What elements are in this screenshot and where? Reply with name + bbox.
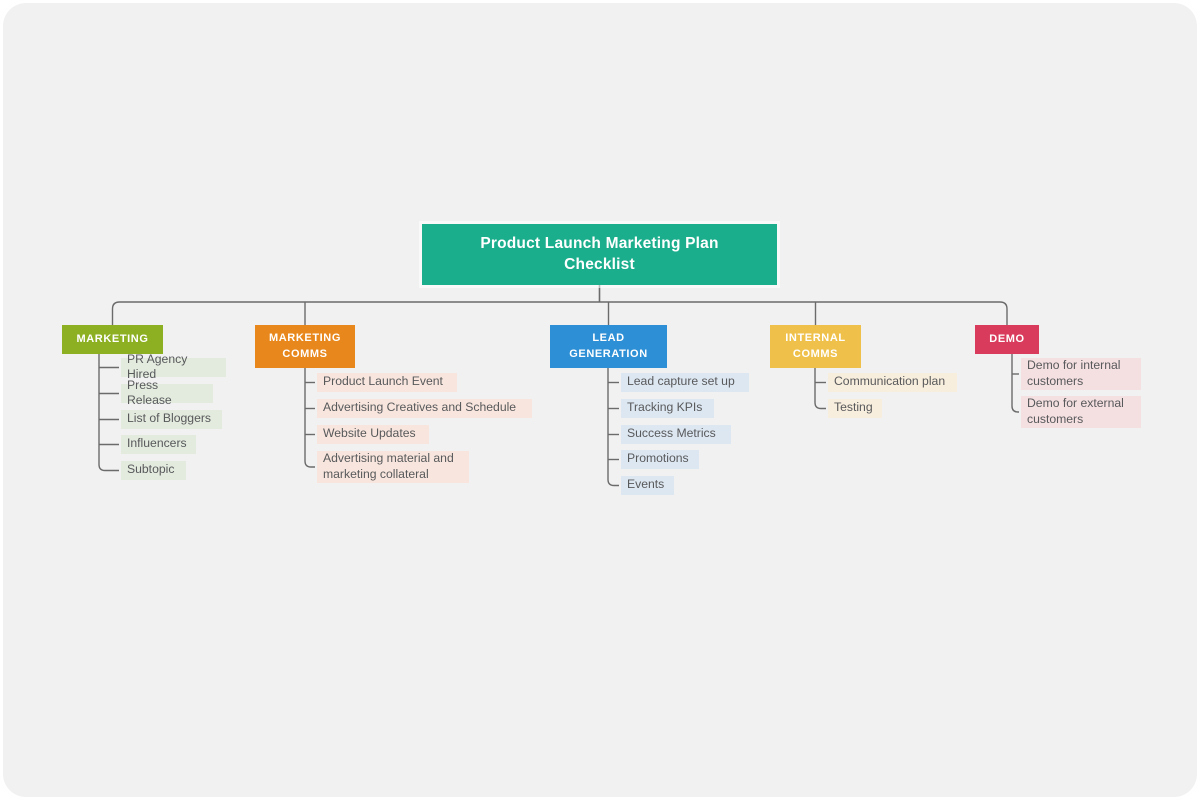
- leaf-node-label: Advertising material and marketing colla…: [323, 451, 454, 481]
- leaf-node-label: Influencers: [127, 436, 187, 451]
- leaf-node[interactable]: Influencers: [121, 435, 196, 454]
- branch-node-label: INTERNAL COMMS: [785, 332, 846, 360]
- leaf-node-label: Website Updates: [323, 426, 416, 441]
- diagram-canvas: Product Launch Marketing Plan Checklist M…: [0, 0, 1200, 800]
- leaf-node[interactable]: Events: [621, 476, 674, 495]
- leaf-node-label: Press Release: [127, 377, 172, 407]
- leaf-node-label: Tracking KPIs: [627, 400, 703, 415]
- branch-node-lead-generation[interactable]: LEAD GENERATION: [550, 325, 667, 368]
- branch-node-label: LEAD GENERATION: [569, 332, 648, 360]
- leaf-node[interactable]: Press Release: [121, 378, 213, 407]
- branch-node-label: MARKETING COMMS: [268, 332, 341, 360]
- leaf-node-label: Promotions: [627, 451, 689, 466]
- leaf-node[interactable]: Testing: [828, 399, 882, 418]
- leaf-node-label: Communication plan: [834, 374, 946, 389]
- leaf-node-label: Product Launch Event: [323, 374, 443, 389]
- leaf-node[interactable]: Demo for external customers: [1021, 396, 1141, 428]
- leaf-node-label: List of Bloggers: [127, 411, 212, 426]
- leaf-node[interactable]: Website Updates: [317, 425, 429, 444]
- leaf-node[interactable]: Product Launch Event: [317, 373, 457, 392]
- leaf-node[interactable]: Advertising material and marketing colla…: [317, 451, 469, 483]
- leaf-node-label: Subtopic: [127, 462, 175, 477]
- root-node[interactable]: Product Launch Marketing Plan Checklist: [422, 224, 777, 285]
- leaf-node[interactable]: Advertising Creatives and Schedule: [317, 399, 532, 418]
- branch-node-marketing[interactable]: MARKETING: [62, 325, 163, 354]
- branch-node-label: DEMO: [989, 332, 1025, 345]
- branch-node-demo[interactable]: DEMO: [975, 325, 1039, 354]
- leaf-node-label: Lead capture set up: [627, 374, 735, 389]
- leaf-node-label: Advertising Creatives and Schedule: [323, 400, 517, 415]
- leaf-node[interactable]: Lead capture set up: [621, 373, 749, 392]
- root-node-label: Product Launch Marketing Plan Checklist: [480, 234, 719, 273]
- leaf-node[interactable]: Subtopic: [121, 461, 186, 480]
- leaf-node[interactable]: Promotions: [621, 450, 699, 469]
- leaf-node[interactable]: Communication plan: [828, 373, 957, 392]
- leaf-node-label: Events: [627, 477, 665, 492]
- leaf-node[interactable]: List of Bloggers: [121, 410, 222, 429]
- branch-node-marketing-comms[interactable]: MARKETING COMMS: [255, 325, 355, 368]
- leaf-node[interactable]: Tracking KPIs: [621, 399, 714, 418]
- branch-node-internal-comms[interactable]: INTERNAL COMMS: [770, 325, 861, 368]
- leaf-node-label: Testing: [834, 400, 873, 415]
- leaf-node-label: Demo for internal customers: [1027, 358, 1121, 388]
- mind-map: Product Launch Marketing Plan Checklist M…: [0, 0, 1200, 800]
- leaf-node-label: Demo for external customers: [1027, 396, 1124, 426]
- leaf-node[interactable]: Success Metrics: [621, 425, 731, 444]
- leaf-node[interactable]: PR Agency Hired: [121, 352, 226, 381]
- leaf-node-label: Success Metrics: [627, 426, 716, 441]
- leaf-node[interactable]: Demo for internal customers: [1021, 358, 1141, 390]
- branch-node-label: MARKETING: [76, 332, 149, 345]
